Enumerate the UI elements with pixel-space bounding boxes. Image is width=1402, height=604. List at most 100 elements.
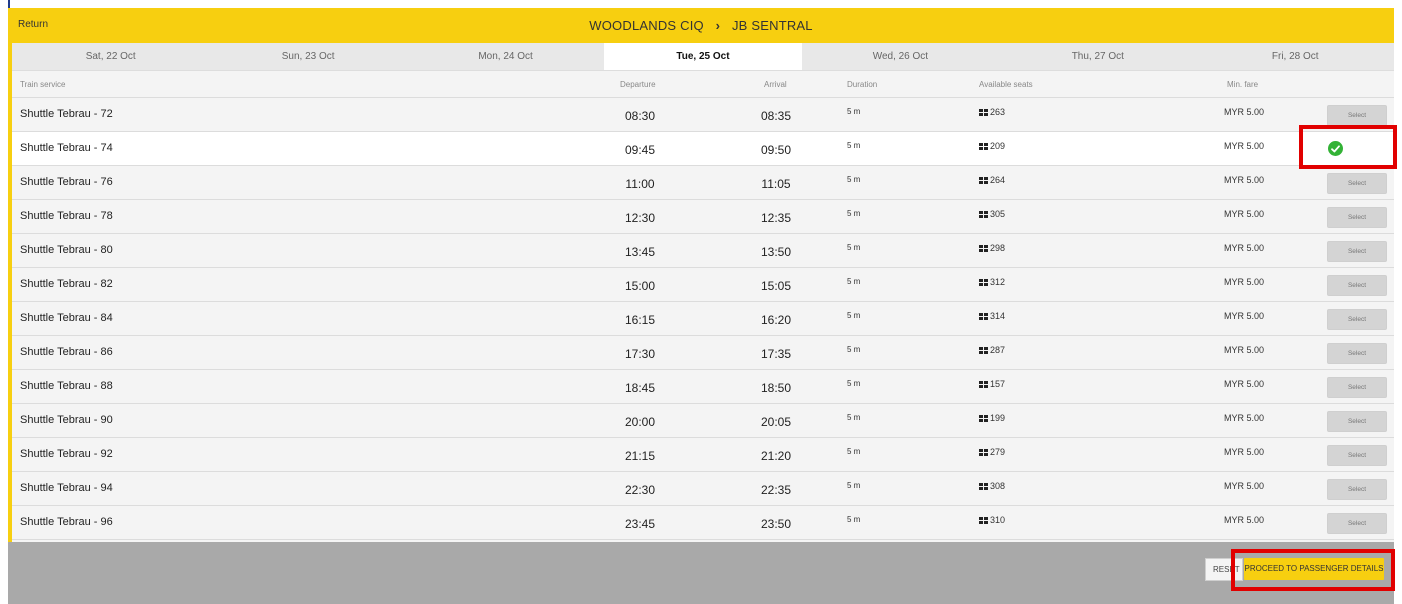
select-button[interactable]: Select xyxy=(1327,411,1387,432)
available-seats: 305 xyxy=(979,209,1005,219)
select-button[interactable]: Select xyxy=(1327,173,1387,194)
seat-count: 287 xyxy=(990,345,1006,355)
check-circle-icon[interactable] xyxy=(1328,141,1343,156)
arrival-time: 17:35 xyxy=(760,347,792,361)
seat-count: 312 xyxy=(990,277,1006,287)
proceed-to-passenger-details-button[interactable]: PROCEED TO PASSENGER DETAILS xyxy=(1244,558,1384,580)
min-fare: MYR 5.00 xyxy=(1224,413,1265,423)
table-row: Shuttle Tebrau - 84 16:15 16:20 5 m 314 MYR 5… xyxy=(12,302,1394,336)
table-row: Shuttle Tebrau - 74 09:45 09:50 5 m 209 MYR 5… xyxy=(12,132,1394,166)
arrival-time: 20:05 xyxy=(760,415,792,429)
departure-time: 17:30 xyxy=(624,347,656,361)
duration: 5 m xyxy=(847,515,861,524)
select-button[interactable]: Select xyxy=(1327,479,1387,500)
seat-grid-icon xyxy=(979,516,988,524)
train-service: Shuttle Tebrau - 86 xyxy=(20,346,113,358)
chevron-right-icon: › xyxy=(715,18,721,33)
route-title: WOODLANDS CIQ › JB SENTRAL xyxy=(8,18,1394,33)
seat-grid-icon xyxy=(979,244,988,252)
seat-count: 199 xyxy=(990,413,1006,423)
return-link[interactable]: Return xyxy=(18,19,48,30)
col-departure: Departure xyxy=(620,80,656,89)
tab-mon-24-oct[interactable]: Mon, 24 Oct xyxy=(407,43,604,70)
available-seats: 287 xyxy=(979,345,1005,355)
train-service: Shuttle Tebrau - 72 xyxy=(20,108,113,120)
arrival-time: 21:20 xyxy=(760,449,792,463)
tab-tue-25-oct[interactable]: Tue, 25 Oct xyxy=(604,43,802,70)
min-fare: MYR 5.00 xyxy=(1224,209,1265,219)
select-button[interactable]: Select xyxy=(1327,343,1387,364)
seat-grid-icon xyxy=(979,414,988,422)
min-fare: MYR 5.00 xyxy=(1224,141,1265,151)
col-available-seats: Available seats xyxy=(979,80,1033,89)
tab-thu-27-oct[interactable]: Thu, 27 Oct xyxy=(999,43,1196,70)
departure-time: 15:00 xyxy=(624,279,656,293)
table-row: Shuttle Tebrau - 86 17:30 17:35 5 m 287 MYR 5… xyxy=(12,336,1394,370)
arrival-time: 18:50 xyxy=(760,381,792,395)
tab-sun-23-oct[interactable]: Sun, 23 Oct xyxy=(209,43,406,70)
min-fare: MYR 5.00 xyxy=(1224,447,1265,457)
select-button[interactable]: Select xyxy=(1327,275,1387,296)
select-button[interactable]: Select xyxy=(1327,105,1387,126)
seat-count: 314 xyxy=(990,311,1006,321)
select-button[interactable]: Select xyxy=(1327,241,1387,262)
duration: 5 m xyxy=(847,481,861,490)
select-button[interactable]: Select xyxy=(1327,309,1387,330)
available-seats: 264 xyxy=(979,175,1005,185)
available-seats: 314 xyxy=(979,311,1005,321)
min-fare: MYR 5.00 xyxy=(1224,175,1265,185)
table-row: Shuttle Tebrau - 88 18:45 18:50 5 m 157 MYR 5… xyxy=(12,370,1394,404)
tab-wed-26-oct[interactable]: Wed, 26 Oct xyxy=(802,43,999,70)
arrival-time: 15:05 xyxy=(760,279,792,293)
select-button[interactable]: Select xyxy=(1327,513,1387,534)
destination-station: JB SENTRAL xyxy=(731,18,813,33)
seat-count: 308 xyxy=(990,481,1006,491)
seat-count: 157 xyxy=(990,379,1006,389)
train-service: Shuttle Tebrau - 92 xyxy=(20,448,113,460)
train-service: Shuttle Tebrau - 84 xyxy=(20,312,113,324)
train-service: Shuttle Tebrau - 88 xyxy=(20,380,113,392)
available-seats: 279 xyxy=(979,447,1005,457)
col-duration: Duration xyxy=(847,80,878,89)
arrival-time: 12:35 xyxy=(760,211,792,225)
select-button[interactable]: Select xyxy=(1327,207,1387,228)
corner-marker xyxy=(8,0,10,8)
table-row: Shuttle Tebrau - 92 21:15 21:20 5 m 279 MYR 5… xyxy=(12,438,1394,472)
train-service: Shuttle Tebrau - 82 xyxy=(20,278,113,290)
seat-grid-icon xyxy=(979,448,988,456)
seat-count: 298 xyxy=(990,243,1006,253)
available-seats: 263 xyxy=(979,107,1005,117)
reset-button[interactable]: RESET xyxy=(1205,558,1243,581)
duration: 5 m xyxy=(847,413,861,422)
min-fare: MYR 5.00 xyxy=(1224,107,1265,117)
table-row: Shuttle Tebrau - 82 15:00 15:05 5 m 312 MYR 5… xyxy=(12,268,1394,302)
origin-station: WOODLANDS CIQ xyxy=(589,18,704,33)
seat-grid-icon xyxy=(979,278,988,286)
table-header: Train service Departure Arrival Duration… xyxy=(12,71,1394,98)
seat-grid-icon xyxy=(979,108,988,116)
table-row: Shuttle Tebrau - 76 11:00 11:05 5 m 264 MYR 5… xyxy=(12,166,1394,200)
arrival-time: 09:50 xyxy=(760,143,792,157)
duration: 5 m xyxy=(847,447,861,456)
select-button[interactable]: Select xyxy=(1327,445,1387,466)
duration: 5 m xyxy=(847,175,861,184)
arrival-time: 13:50 xyxy=(760,245,792,259)
train-list: Shuttle Tebrau - 72 08:30 08:35 5 m 263 MYR 5… xyxy=(12,98,1394,540)
duration: 5 m xyxy=(847,141,861,150)
select-button[interactable]: Select xyxy=(1327,377,1387,398)
tab-fri-28-oct[interactable]: Fri, 28 Oct xyxy=(1197,43,1394,70)
col-min-fare: Min. fare xyxy=(1227,80,1259,89)
seat-grid-icon xyxy=(979,312,988,320)
seat-count: 279 xyxy=(990,447,1006,457)
duration: 5 m xyxy=(847,209,861,218)
table-row: Shuttle Tebrau - 96 23:45 23:50 5 m 310 MYR 5… xyxy=(12,506,1394,540)
tab-sat-22-oct[interactable]: Sat, 22 Oct xyxy=(12,43,209,70)
train-service: Shuttle Tebrau - 74 xyxy=(20,142,113,154)
train-service: Shuttle Tebrau - 76 xyxy=(20,176,113,188)
departure-time: 09:45 xyxy=(624,143,656,157)
available-seats: 157 xyxy=(979,379,1005,389)
seat-grid-icon xyxy=(979,176,988,184)
table-row: Shuttle Tebrau - 72 08:30 08:35 5 m 263 MYR 5… xyxy=(12,98,1394,132)
departure-time: 11:00 xyxy=(625,177,655,191)
checkmark-icon xyxy=(1331,144,1340,152)
